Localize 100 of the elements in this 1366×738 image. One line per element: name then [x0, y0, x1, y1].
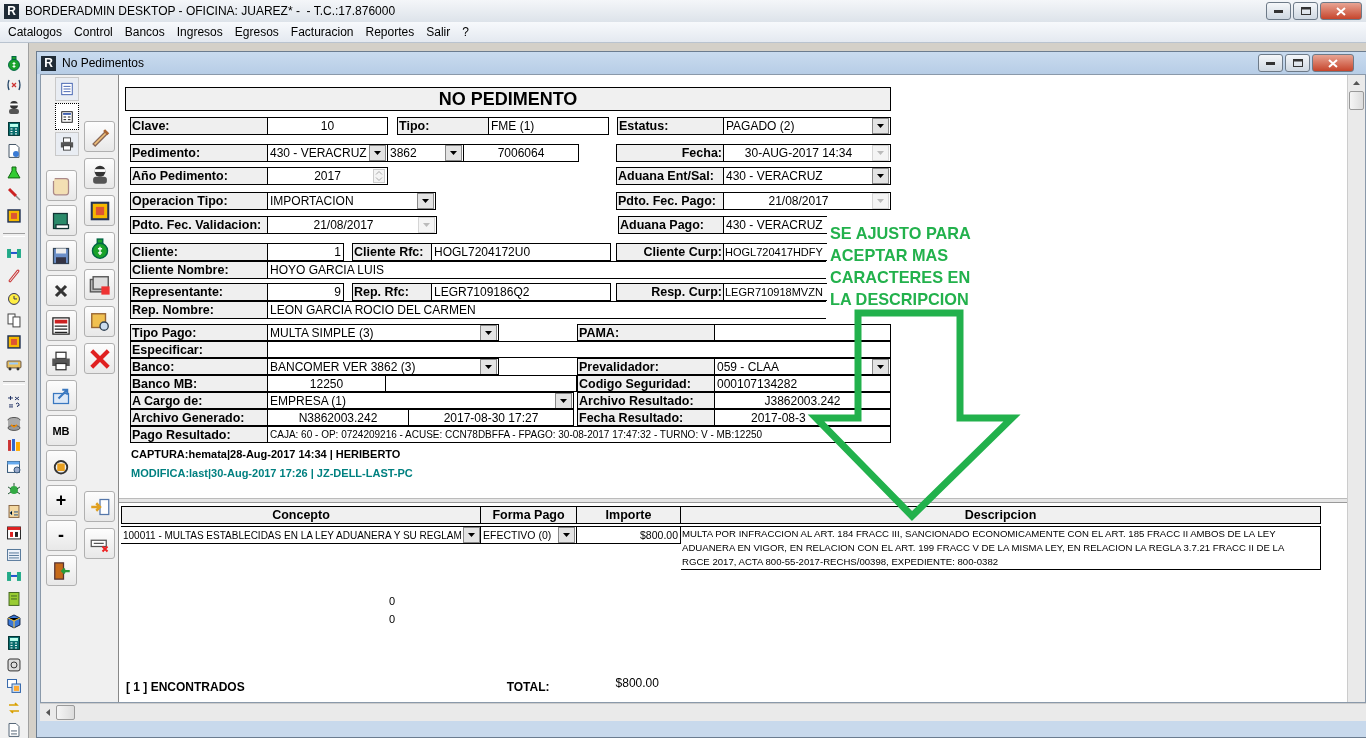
- toolbar-button[interactable]: [84, 528, 115, 559]
- add-button[interactable]: +: [45, 485, 77, 516]
- dropdown-field[interactable]: 430 - VERACRUZ: [268, 144, 388, 162]
- text-field[interactable]: [715, 324, 891, 341]
- text-field[interactable]: [268, 341, 891, 358]
- notebook-icon[interactable]: [6, 590, 22, 607]
- thermometer-icon[interactable]: [6, 268, 22, 285]
- file-icon[interactable]: [6, 722, 22, 738]
- money-bag-icon[interactable]: [6, 55, 22, 71]
- minimize-button[interactable]: [1258, 54, 1283, 72]
- books-icon[interactable]: [6, 437, 22, 454]
- column-header[interactable]: Importe: [577, 506, 681, 524]
- text-field[interactable]: N3862003.242: [268, 409, 409, 426]
- toolbar-button[interactable]: [45, 310, 77, 341]
- calculator-icon[interactable]: [6, 120, 22, 137]
- menu-item[interactable]: Catalogos: [2, 25, 69, 39]
- menu-item[interactable]: Salir: [420, 25, 457, 39]
- text-field[interactable]: HOGL720417HDFY: [724, 243, 827, 261]
- text-field[interactable]: 000107134282: [715, 375, 891, 392]
- toolbar-button[interactable]: [45, 450, 77, 481]
- vertical-scrollbar[interactable]: [1347, 75, 1365, 702]
- dropdown-field[interactable]: 3862: [388, 144, 464, 162]
- view-tab[interactable]: [55, 103, 79, 130]
- text-field[interactable]: 1: [268, 243, 344, 261]
- dropdown-field[interactable]: PAGADO (2): [724, 117, 891, 135]
- dropdown-field[interactable]: 059 - CLAA: [715, 358, 891, 375]
- menu-item[interactable]: Reportes: [359, 25, 421, 39]
- scroll-left-icon[interactable]: [46, 709, 50, 716]
- cube-icon[interactable]: [6, 612, 22, 629]
- toolbar-button[interactable]: [84, 158, 115, 189]
- toolbar-button[interactable]: [84, 269, 115, 300]
- toolbar-button[interactable]: [45, 205, 77, 236]
- text-field[interactable]: LEGR7109186Q2: [432, 283, 611, 301]
- toolbar-button[interactable]: [45, 555, 77, 586]
- text-field[interactable]: J3862003.242: [715, 392, 891, 409]
- dropdown-field[interactable]: 430 - VERACRUZ: [724, 167, 891, 185]
- calendar-icon[interactable]: [6, 525, 22, 541]
- menu-item[interactable]: Egresos: [228, 25, 285, 39]
- text-field[interactable]: LEGR710918MVZN: [724, 283, 827, 301]
- toolbar-button[interactable]: [45, 275, 77, 306]
- pages-icon[interactable]: [6, 311, 22, 328]
- dropdown-field[interactable]: BANCOMER VER 3862 (3): [268, 358, 499, 375]
- text-field[interactable]: [386, 375, 577, 392]
- menu-item[interactable]: Bancos: [118, 25, 171, 39]
- text-field[interactable]: CAJA: 60 - OP: 0724209216 - ACUSE: CCN78DBFFA - FPAGO: 30-08-2017 17:47:32 - TURNO: V - MB:12250: [268, 426, 891, 443]
- person-icon[interactable]: [6, 98, 22, 115]
- safe-icon[interactable]: [6, 656, 22, 673]
- horizontal-scrollbar[interactable]: [40, 703, 1366, 721]
- toolbar-button[interactable]: [45, 345, 77, 376]
- dropdown-field[interactable]: 100011 - MULTAS ESTABLECIDAS EN LA LEY ADUANERA Y SU REGLAM: [121, 526, 481, 544]
- equation-icon[interactable]: [6, 393, 22, 410]
- document-icon[interactable]: [6, 142, 22, 159]
- dropdown-field[interactable]: EMPRESA (1): [268, 392, 574, 409]
- box-icon[interactable]: [6, 333, 22, 350]
- menu-item[interactable]: Ingresos: [170, 25, 229, 39]
- calculator-icon[interactable]: [6, 634, 22, 651]
- dropdown-field[interactable]: IMPORTACION: [268, 192, 436, 210]
- close-button[interactable]: [1312, 54, 1354, 72]
- mb-button[interactable]: MB: [45, 415, 77, 446]
- close-button[interactable]: [1320, 2, 1362, 20]
- remove-button[interactable]: -: [45, 520, 77, 551]
- spin-field[interactable]: 2017: [268, 167, 388, 185]
- dropdown-field[interactable]: MULTA SIMPLE (3): [268, 324, 499, 341]
- text-field[interactable]: 9: [268, 283, 344, 301]
- database-icon[interactable]: [6, 415, 22, 432]
- box-icon[interactable]: [6, 208, 22, 225]
- list-icon[interactable]: [6, 547, 22, 563]
- scrollbar-thumb[interactable]: [1349, 91, 1364, 110]
- window-icon[interactable]: [6, 459, 22, 476]
- column-header[interactable]: Concepto: [121, 506, 481, 524]
- text-field[interactable]: 7006064: [464, 144, 579, 162]
- clock-icon[interactable]: [6, 290, 22, 306]
- menu-item[interactable]: Facturacion: [284, 25, 360, 39]
- text-field[interactable]: $800.00: [577, 526, 681, 544]
- column-header[interactable]: Descripcion: [681, 506, 1321, 524]
- scrollbar-thumb[interactable]: [56, 705, 75, 720]
- maximize-button[interactable]: [1293, 2, 1318, 20]
- text-field[interactable]: 430 - VERACRUZ: [724, 216, 827, 234]
- text-field[interactable]: 2017-08-30 17:27: [409, 409, 574, 426]
- windows-icon[interactable]: [6, 678, 22, 695]
- text-field[interactable]: 10: [268, 117, 388, 135]
- text-field[interactable]: HOYO GARCIA LUIS: [268, 261, 826, 279]
- toolbar-button[interactable]: [84, 232, 115, 263]
- column-header[interactable]: Forma Pago: [481, 506, 577, 524]
- text-field[interactable]: HOGL7204172U0: [432, 243, 611, 261]
- text-field[interactable]: FME (1): [489, 117, 609, 135]
- toolbar-button[interactable]: [84, 306, 115, 337]
- dropdown-field[interactable]: EFECTIVO (0): [481, 526, 577, 544]
- menu-item[interactable]: Control: [68, 25, 119, 39]
- scroll-up-icon[interactable]: [1353, 81, 1360, 85]
- clipboard-icon[interactable]: [6, 503, 22, 520]
- text-field[interactable]: LEON GARCIA ROCIO DEL CARMEN: [268, 301, 826, 319]
- toolbar-button[interactable]: [45, 240, 77, 271]
- flask-icon[interactable]: [6, 164, 22, 181]
- text-field[interactable]: 12250: [268, 375, 386, 392]
- maximize-button[interactable]: [1285, 54, 1310, 72]
- toolbar-button[interactable]: [84, 195, 115, 226]
- minimize-button[interactable]: [1266, 2, 1291, 20]
- menu-item[interactable]: ?: [456, 25, 475, 39]
- screwdriver-icon[interactable]: [6, 186, 22, 203]
